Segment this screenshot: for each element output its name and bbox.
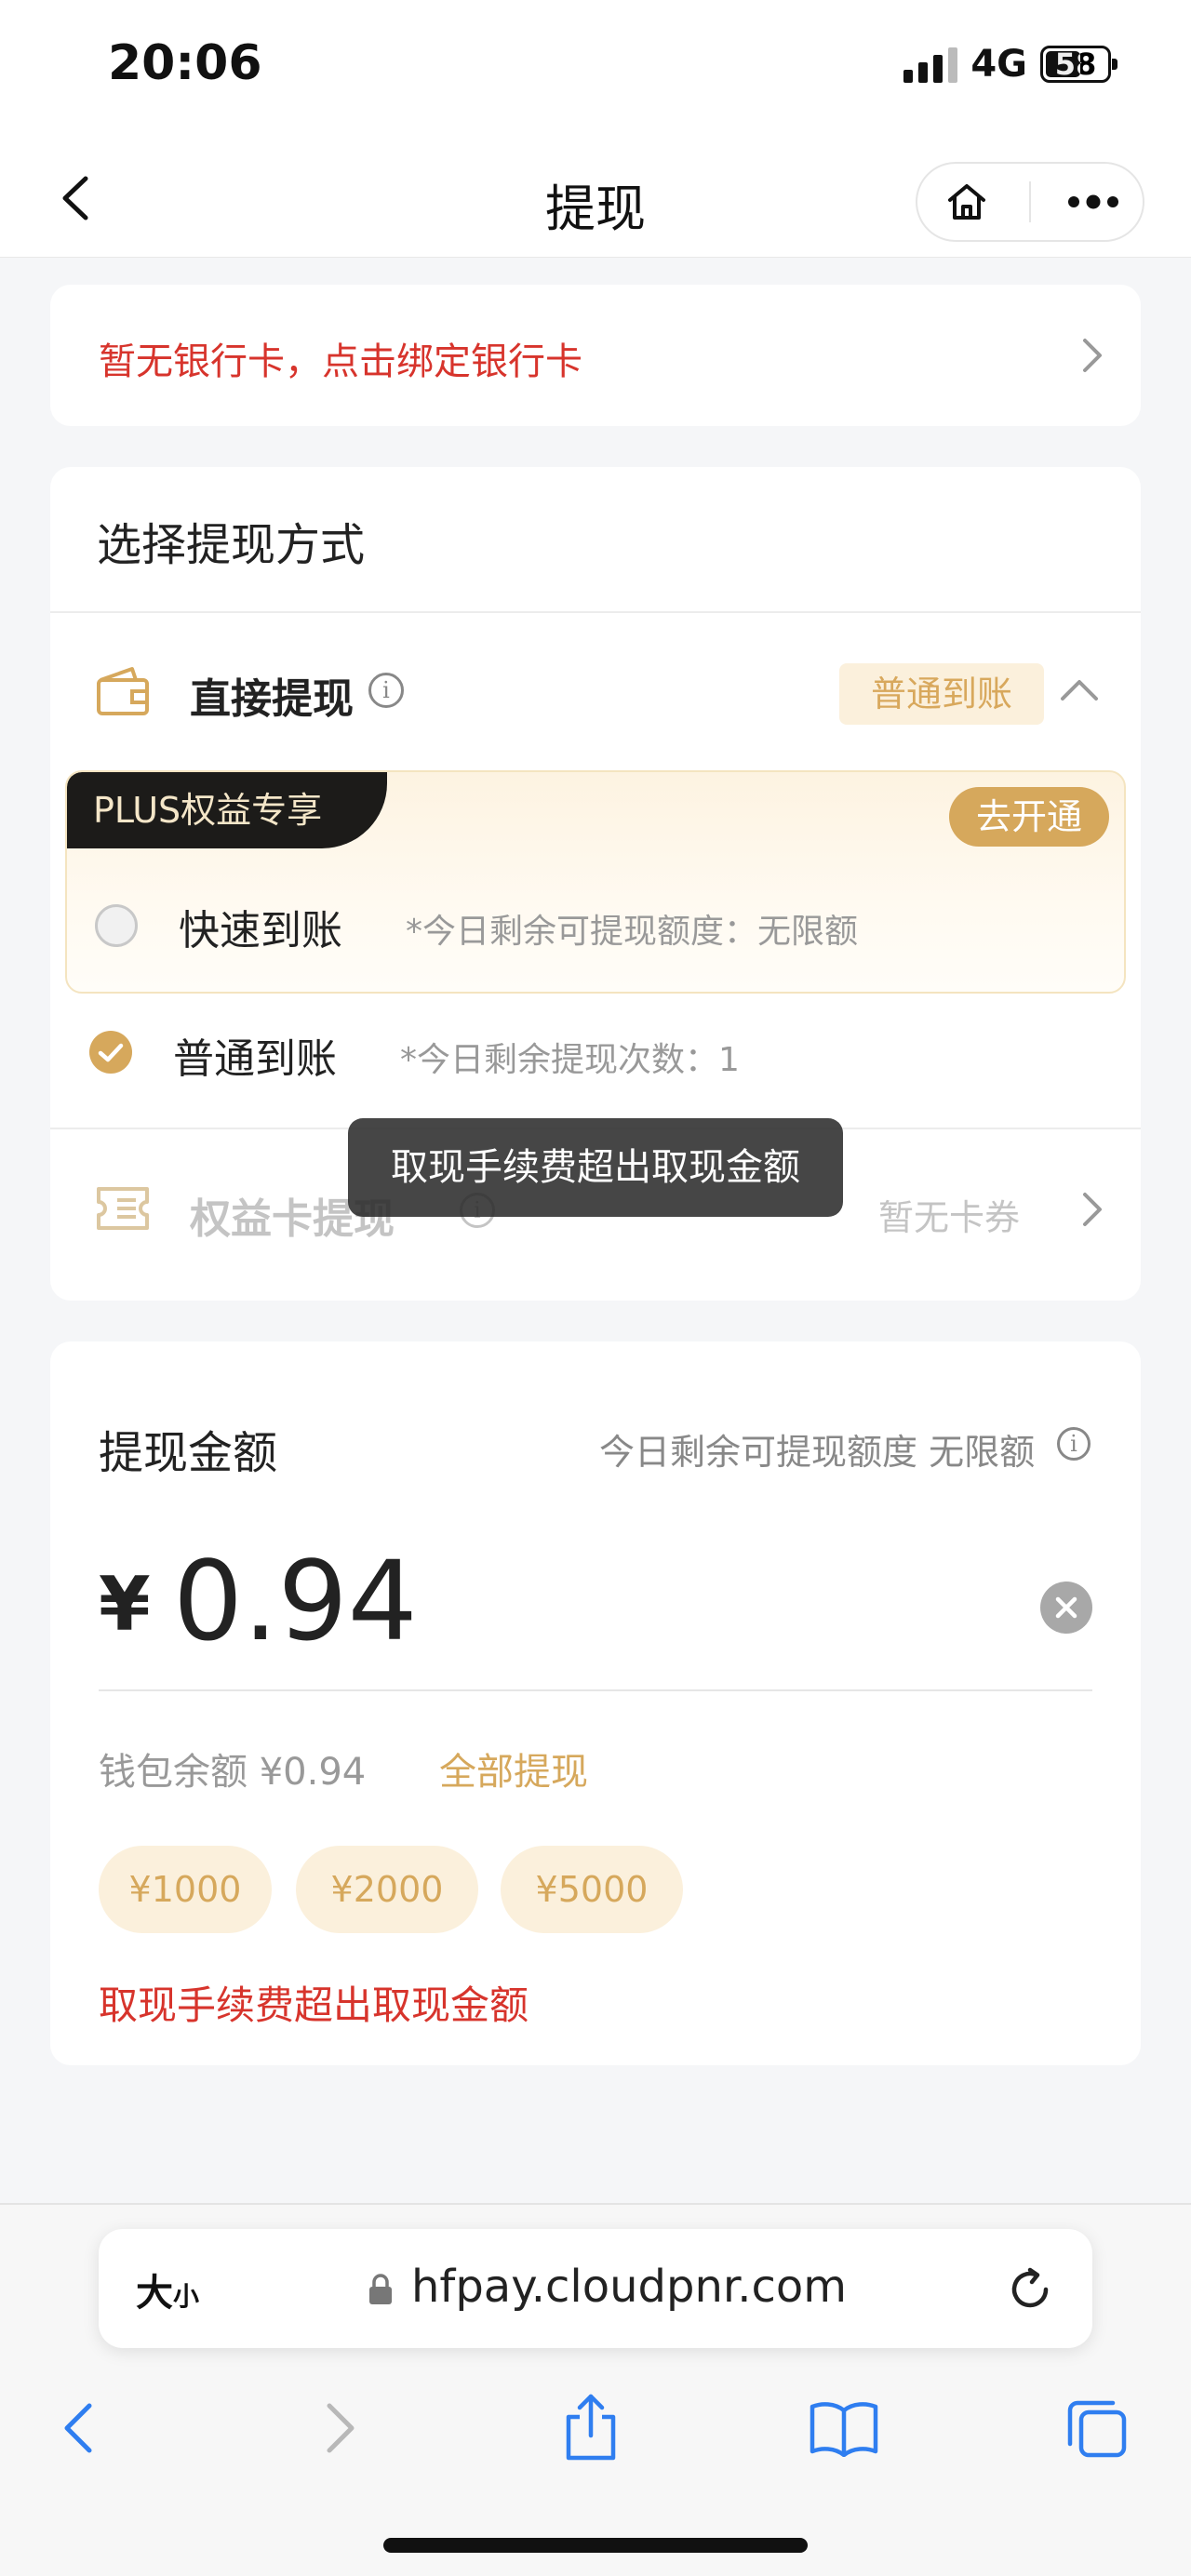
- lock-icon: [369, 2274, 392, 2304]
- browser-toolbar: [0, 2382, 1191, 2484]
- fast-arrival-radio[interactable]: [95, 904, 138, 947]
- share-button[interactable]: [540, 2382, 642, 2475]
- address-bar[interactable]: 大小 hfpay.cloudpnr.com: [99, 2229, 1092, 2348]
- clear-amount-button[interactable]: [1040, 1582, 1092, 1634]
- amount-chip-1000[interactable]: ¥1000: [99, 1846, 272, 1933]
- text-size-button[interactable]: 大小: [136, 2262, 199, 2316]
- plus-tag: PLUS权益专享: [67, 772, 387, 848]
- reload-icon[interactable]: [1005, 2264, 1055, 2315]
- withdraw-amount-card: 提现金额 今日剩余可提现额度 无限额 i ¥ 0.94 钱包余额 ¥0.94 全…: [50, 1341, 1141, 2065]
- chevron-up-icon[interactable]: [1059, 669, 1100, 710]
- coupon-status: 暂无卡券: [878, 1197, 1021, 1238]
- normal-arrival-option[interactable]: 普通到账 *今日剩余提现次数：1: [50, 994, 1141, 1128]
- normal-arrival-label: 普通到账: [173, 1035, 337, 1083]
- chevron-left-icon: [64, 2403, 92, 2453]
- chevron-right-icon: [1083, 1193, 1102, 1226]
- status-indicators: 4G 58: [903, 43, 1117, 86]
- amount-value[interactable]: 0.94: [173, 1537, 418, 1665]
- amount-chip-5000[interactable]: ¥5000: [501, 1846, 683, 1933]
- home-icon: [948, 184, 986, 220]
- method-section-title: 选择提现方式: [97, 519, 366, 571]
- signal-icon: [903, 46, 958, 83]
- fee-error-text: 取现手续费超出取现金额: [99, 1982, 529, 2028]
- home-indicator: [383, 2538, 808, 2553]
- open-plus-button[interactable]: 去开通: [949, 787, 1109, 847]
- check-icon: [98, 1043, 124, 1062]
- withdraw-all-link[interactable]: 全部提现: [439, 1742, 588, 1795]
- bookmarks-button[interactable]: [793, 2382, 895, 2475]
- direct-withdraw-label: 直接提现: [190, 675, 354, 723]
- browser-chrome: 大小 hfpay.cloudpnr.com: [0, 2203, 1191, 2576]
- chevron-right-icon: [327, 2403, 355, 2453]
- browser-forward-button[interactable]: [288, 2382, 391, 2475]
- url-text: hfpay.cloudpnr.com: [411, 2261, 847, 2313]
- book-icon: [810, 2402, 878, 2457]
- bind-bank-card-row[interactable]: 暂无银行卡，点击绑定银行卡: [50, 285, 1141, 426]
- fast-arrival-option[interactable]: 快速到账 *今日剩余可提现额度：无限额: [67, 874, 1124, 977]
- ticket-icon: [97, 1187, 149, 1230]
- normal-arrival-hint: *今日剩余提现次数：1: [400, 1041, 740, 1079]
- status-bar: 20:06 4G 58: [0, 0, 1191, 140]
- currency-symbol: ¥: [99, 1561, 151, 1648]
- bind-bank-card-text: 暂无银行卡，点击绑定银行卡: [99, 340, 582, 383]
- tabs-icon: [1067, 2400, 1127, 2458]
- more-dots-icon: [1067, 194, 1118, 209]
- amount-input[interactable]: ¥ 0.94: [99, 1537, 1092, 1665]
- plus-benefit-box: PLUS权益专享 去开通 快速到账 *今日剩余可提现额度：无限额: [65, 770, 1126, 994]
- tabs-button[interactable]: [1046, 2382, 1148, 2475]
- home-button[interactable]: [930, 169, 1004, 234]
- network-type: 4G: [970, 43, 1027, 86]
- amount-chip-2000[interactable]: ¥2000: [296, 1846, 478, 1933]
- wallet-balance: 钱包余额 ¥0.94: [99, 1751, 367, 1794]
- battery-icon: 58: [1040, 46, 1117, 83]
- battery-level: 58: [1054, 47, 1097, 82]
- wallet-icon: [97, 667, 149, 715]
- amount-title: 提现金额: [99, 1427, 278, 1479]
- daily-limit-text: 今日剩余可提现额度 无限额: [599, 1432, 1036, 1473]
- nav-bar: 提现: [0, 140, 1191, 258]
- normal-arrival-radio[interactable]: [89, 1031, 132, 1074]
- info-icon[interactable]: i: [1057, 1427, 1091, 1461]
- page: 20:06 4G 58 提现 暂无银行卡，点击绑定银行卡 选择提现方式 直接提现…: [0, 0, 1191, 2576]
- info-icon[interactable]: i: [368, 673, 404, 708]
- arrival-type-badge: 普通到账: [839, 663, 1044, 725]
- direct-withdraw-row[interactable]: 直接提现 i 普通到账: [50, 613, 1141, 771]
- share-icon: [566, 2394, 616, 2461]
- browser-back-button[interactable]: [28, 2382, 130, 2475]
- mini-program-capsule: [916, 162, 1144, 242]
- status-time: 20:06: [108, 35, 262, 91]
- fast-arrival-hint: *今日剩余可提现额度：无限额: [406, 913, 859, 951]
- toast-message: 取现手续费超出取现金额: [348, 1118, 843, 1217]
- more-button[interactable]: [1056, 169, 1131, 234]
- fast-arrival-label: 快速到账: [179, 907, 342, 954]
- chevron-right-icon: [1083, 339, 1102, 372]
- close-icon: [1055, 1596, 1077, 1619]
